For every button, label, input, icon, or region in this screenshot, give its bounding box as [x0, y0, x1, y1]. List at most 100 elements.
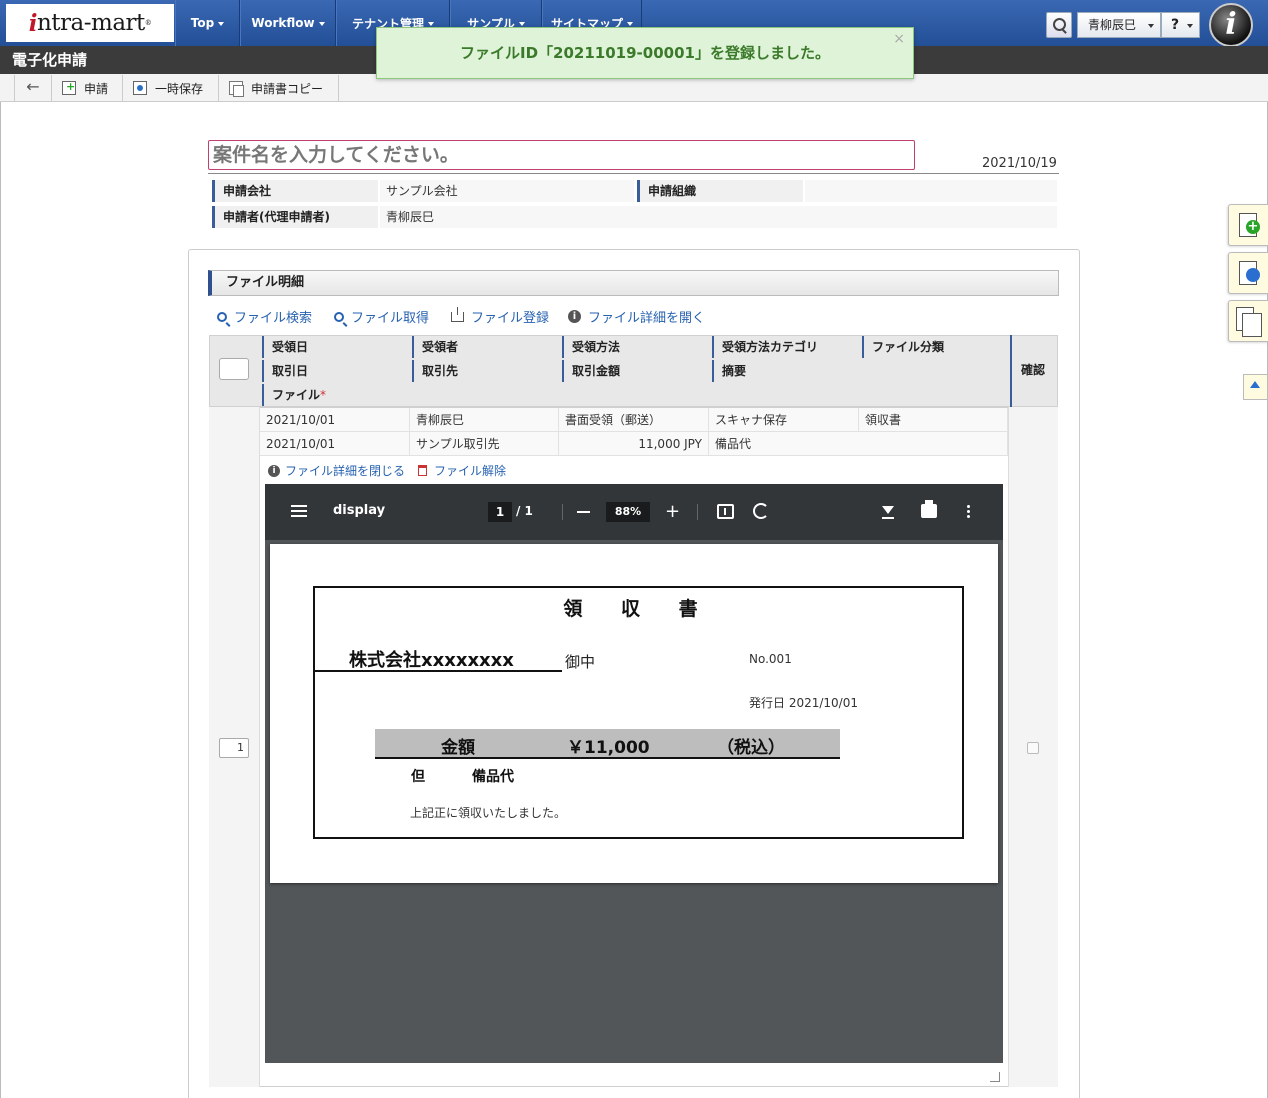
zoom-out-icon[interactable]	[577, 511, 590, 513]
cell-trade-date: 2021/10/01	[260, 432, 410, 456]
zoom-input[interactable]: 88%	[606, 502, 650, 522]
file-get-link[interactable]: ファイル取得	[334, 307, 429, 326]
select-all-checkbox[interactable]	[219, 358, 249, 380]
upload-icon	[451, 306, 464, 322]
amount-value: ￥11,000	[567, 738, 650, 758]
header-receipt-method-category[interactable]: 受領方法カテゴリ	[712, 336, 860, 358]
pdf-toolbar: display 1 / 1 88% +	[265, 484, 1003, 540]
info-icon: i	[268, 464, 280, 477]
copy-application-button[interactable]: 申請書コピー	[219, 75, 339, 101]
menu-icon[interactable]	[291, 505, 307, 507]
header-receiver[interactable]: 受領者	[412, 336, 560, 358]
apply-button[interactable]: 申請	[52, 75, 123, 101]
receipt-item: 備品代	[472, 769, 514, 785]
success-toast: ファイルID「20211019-00001」を登録しました。 ×	[376, 27, 914, 79]
search-icon	[217, 311, 227, 322]
help-menu[interactable]: ?	[1161, 12, 1200, 38]
temp-save-button[interactable]: 一時保存	[123, 75, 219, 101]
toolbar-divider	[562, 504, 563, 520]
row-number: 1	[219, 738, 249, 758]
receipt-tada: 但	[411, 769, 425, 785]
side-temp-save-button[interactable]	[1228, 252, 1268, 294]
cell-receipt-method-category: スキャナ保存	[709, 408, 859, 432]
cell-summary: 備品代	[709, 432, 1008, 456]
side-copy-button[interactable]	[1228, 300, 1268, 342]
applicant-company-value: サンプル会社	[380, 180, 634, 202]
imbox-icon[interactable]: i	[1209, 3, 1253, 47]
cell-receiver: 青柳辰巳	[410, 408, 559, 432]
page-total: / 1	[516, 504, 533, 518]
receipt-onchu: 御中	[565, 653, 596, 671]
required-mark: *	[320, 388, 327, 402]
page-number-input[interactable]: 1	[488, 502, 512, 522]
user-menu[interactable]: 青柳辰巳	[1077, 12, 1161, 38]
cell-receipt-method: 書面受領（郵送）	[559, 408, 709, 432]
cell-trade-partner: サンプル取引先	[410, 432, 559, 456]
file-register-link[interactable]: ファイル登録	[451, 306, 549, 326]
resize-handle[interactable]	[990, 1072, 1000, 1082]
add-document-icon	[1239, 213, 1260, 237]
file-section-title: ファイル明細	[208, 270, 1059, 296]
receipt-number: No.001	[749, 652, 792, 666]
company-underline	[315, 670, 562, 672]
receipt-thanks: 上記正に領収いたしました。	[410, 806, 567, 820]
more-options-icon[interactable]	[967, 505, 970, 508]
search-icon[interactable]	[1046, 12, 1072, 38]
header-confirm: 確認	[1010, 335, 1058, 407]
close-icon[interactable]: ×	[893, 32, 905, 46]
applicant-value: 青柳辰巳	[380, 206, 1057, 228]
apply-icon	[62, 80, 76, 95]
applicant-label: 申請者(代理申請者)	[212, 206, 378, 228]
pdf-viewer[interactable]: display 1 / 1 88% + 領 収 書 株式会社xxxxxxxx 御…	[265, 484, 1003, 1063]
toast-message: ファイルID「20211019-00001」を登録しました。	[460, 44, 830, 62]
applicant-org-label: 申請組織	[637, 180, 803, 202]
receipt-title: 領 収 書	[563, 598, 714, 620]
header-summary[interactable]: 摘要	[712, 360, 1008, 382]
back-arrow-icon: ←	[26, 77, 40, 96]
header-file-class[interactable]: ファイル分類	[862, 336, 1008, 358]
amount-label: 金額	[441, 738, 475, 758]
application-date: 2021/10/19	[982, 156, 1057, 171]
cell-trade-amount: 11,000 JPY	[559, 432, 709, 456]
receipt-company: 株式会社xxxxxxxx	[349, 650, 514, 671]
applicant-org-value	[805, 180, 1057, 202]
fit-page-icon[interactable]	[717, 504, 734, 519]
cell-file-class: 領収書	[859, 408, 1008, 432]
cell-receipt-date: 2021/10/01	[260, 408, 410, 432]
pdf-page: 領 収 書 株式会社xxxxxxxx 御中 No.001 発行日 2021/10…	[270, 544, 998, 883]
case-name-input[interactable]: 案件名を入力してください。	[208, 140, 915, 170]
print-icon[interactable]	[921, 500, 937, 518]
nav-top[interactable]: Top	[175, 0, 240, 46]
header-file[interactable]: ファイル*	[262, 384, 410, 406]
download-icon[interactable]	[881, 502, 895, 520]
close-file-detail-link[interactable]: i ファイル詳細を閉じる	[268, 462, 405, 479]
receipt: 領 収 書 株式会社xxxxxxxx 御中 No.001 発行日 2021/10…	[313, 586, 964, 839]
toolbar-divider	[697, 504, 698, 520]
receipt-amount-bar: 金額 ￥11,000 （税込）	[375, 729, 840, 759]
open-file-detail-link[interactable]: i ファイル詳細を開く	[568, 307, 705, 326]
side-apply-button[interactable]	[1228, 204, 1268, 246]
header-trade-amount[interactable]: 取引金額	[562, 360, 710, 382]
file-search-link[interactable]: ファイル検索	[217, 307, 312, 326]
back-button[interactable]: ←	[14, 75, 52, 101]
confirm-checkbox[interactable]	[1027, 742, 1039, 754]
rotate-icon[interactable]	[753, 503, 769, 519]
copy-icon	[229, 81, 244, 97]
amount-tax: （税込）	[717, 738, 785, 758]
info-icon: i	[568, 310, 581, 323]
intra-mart-logo[interactable]: i ntra-mart ®	[6, 4, 174, 42]
header-trade-partner[interactable]: 取引先	[412, 360, 560, 382]
header-trade-date[interactable]: 取引日	[262, 360, 410, 382]
zoom-in-icon[interactable]: +	[665, 503, 680, 521]
scroll-to-top-icon[interactable]	[1243, 374, 1267, 400]
header-receipt-method[interactable]: 受領方法	[562, 336, 710, 358]
search-icon	[334, 311, 344, 322]
save-document-icon	[1239, 261, 1260, 285]
pdf-title: display	[333, 503, 386, 518]
file-release-link[interactable]: ファイル解除	[418, 462, 506, 479]
header-receipt-date[interactable]: 受領日	[262, 336, 410, 358]
trash-icon	[418, 465, 427, 476]
copy-document-icon	[1236, 307, 1262, 337]
applicant-company-label: 申請会社	[212, 180, 378, 202]
nav-workflow[interactable]: Workflow	[240, 0, 336, 46]
